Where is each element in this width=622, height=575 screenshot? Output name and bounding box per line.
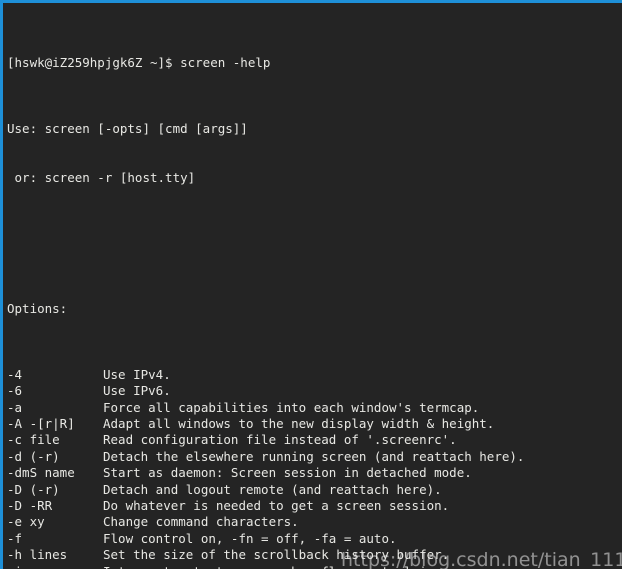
option-flag: -dmS name [7, 465, 75, 481]
option-row: -A -[r|R] Adapt all windows to the new di… [7, 416, 577, 432]
option-flag: -A -[r|R] [7, 416, 75, 432]
option-row: -D -RR Do whatever is needed to get a scr… [7, 498, 577, 514]
option-flag: -D (-r) [7, 481, 60, 497]
options-heading: Options: [7, 301, 68, 317]
option-description: Detach and logout remote (and reattach h… [103, 481, 442, 497]
page-bottom-edge [0, 569, 622, 575]
option-row: -f Flow control on, -fn = off, -fa = auto… [7, 531, 577, 547]
usage-line-2: or: screen -r [host.tty] [7, 170, 196, 186]
option-description: Do whatever is needed to get a screen se… [103, 497, 450, 513]
option-row: -dmS name Start as daemon: Screen session… [7, 465, 577, 481]
option-flag: -4 [7, 366, 23, 382]
usage-line-1: Use: screen [-opts] [cmd [args]] [7, 120, 248, 136]
option-flag: -6 [7, 383, 23, 399]
prompt-line: [hswk@iZ259hpjgk6Z ~]$ screen -help [7, 55, 271, 71]
option-row: -e xy Change command characters. [7, 514, 577, 530]
option-description: Change command characters. [103, 514, 299, 530]
option-description: Use IPv4. [103, 366, 171, 382]
option-description: Detach the elsewhere running screen (and… [103, 448, 525, 464]
option-row: -4 Use IPv4. [7, 367, 577, 383]
option-description: Read configuration file instead of '.scr… [103, 432, 457, 448]
option-flag: -d (-r) [7, 448, 60, 464]
option-row: -d (-r) Detach the elsewhere running scre… [7, 449, 577, 465]
option-description: Start as daemon: Screen session in detac… [103, 465, 472, 481]
option-description: Adapt all windows to the new display wid… [103, 416, 495, 432]
option-row: -h lines Set the size of the scrollback h… [7, 547, 577, 563]
option-row: -D (-r) Detach and logout remote (and rea… [7, 482, 577, 498]
option-row: -a Force all capabilities into each windo… [7, 400, 577, 416]
option-row: -c file Read configuration file instead o… [7, 432, 577, 448]
option-flag: -c file [7, 432, 60, 448]
option-description: Flow control on, -fn = off, -fa = auto. [103, 530, 397, 546]
option-description: Use IPv6. [103, 383, 171, 399]
option-flag: -D -RR [7, 497, 53, 513]
terminal-window[interactable]: [hswk@iZ259hpjgk6Z ~]$ screen -help Use:… [0, 0, 622, 569]
terminal-output[interactable]: [hswk@iZ259hpjgk6Z ~]$ screen -help Use:… [3, 3, 577, 569]
option-flag: -e xy [7, 514, 45, 530]
option-flag: -a [7, 399, 23, 415]
option-row: -6 Use IPv6. [7, 383, 577, 399]
option-flag: -h lines [7, 547, 68, 563]
option-description: Force all capabilities into each window'… [103, 399, 480, 415]
options-list: -4 Use IPv4. -6 Use IPv6. -a Force all capabi… [7, 367, 577, 569]
option-description: Set the size of the scrollback history b… [103, 547, 450, 563]
option-flag: -f [7, 530, 23, 546]
